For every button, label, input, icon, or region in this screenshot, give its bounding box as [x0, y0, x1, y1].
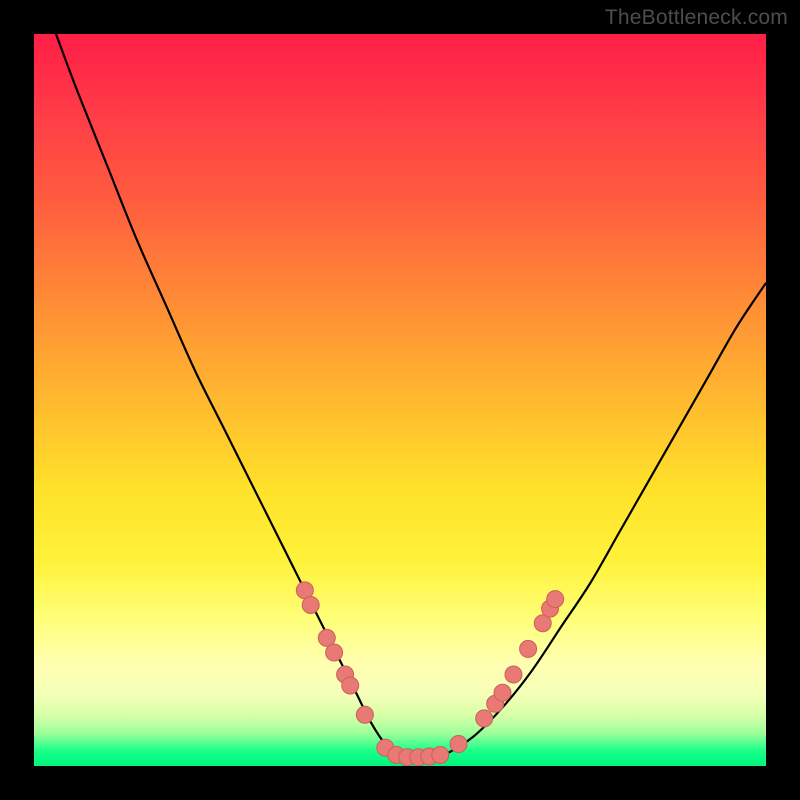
data-marker — [302, 596, 319, 613]
data-marker — [494, 684, 511, 701]
data-marker — [356, 706, 373, 723]
watermark-text: TheBottleneck.com — [605, 6, 788, 30]
data-marker — [505, 666, 522, 683]
plot-area — [34, 34, 766, 766]
bottleneck-curve — [56, 34, 766, 759]
data-marker — [520, 640, 537, 657]
data-marker — [342, 677, 359, 694]
data-marker — [450, 736, 467, 753]
curve-svg — [34, 34, 766, 766]
chart-frame: TheBottleneck.com — [0, 0, 800, 800]
data-marker — [432, 747, 449, 764]
data-markers — [296, 582, 563, 766]
data-marker — [326, 644, 343, 661]
data-marker — [547, 591, 564, 608]
data-marker — [476, 710, 493, 727]
